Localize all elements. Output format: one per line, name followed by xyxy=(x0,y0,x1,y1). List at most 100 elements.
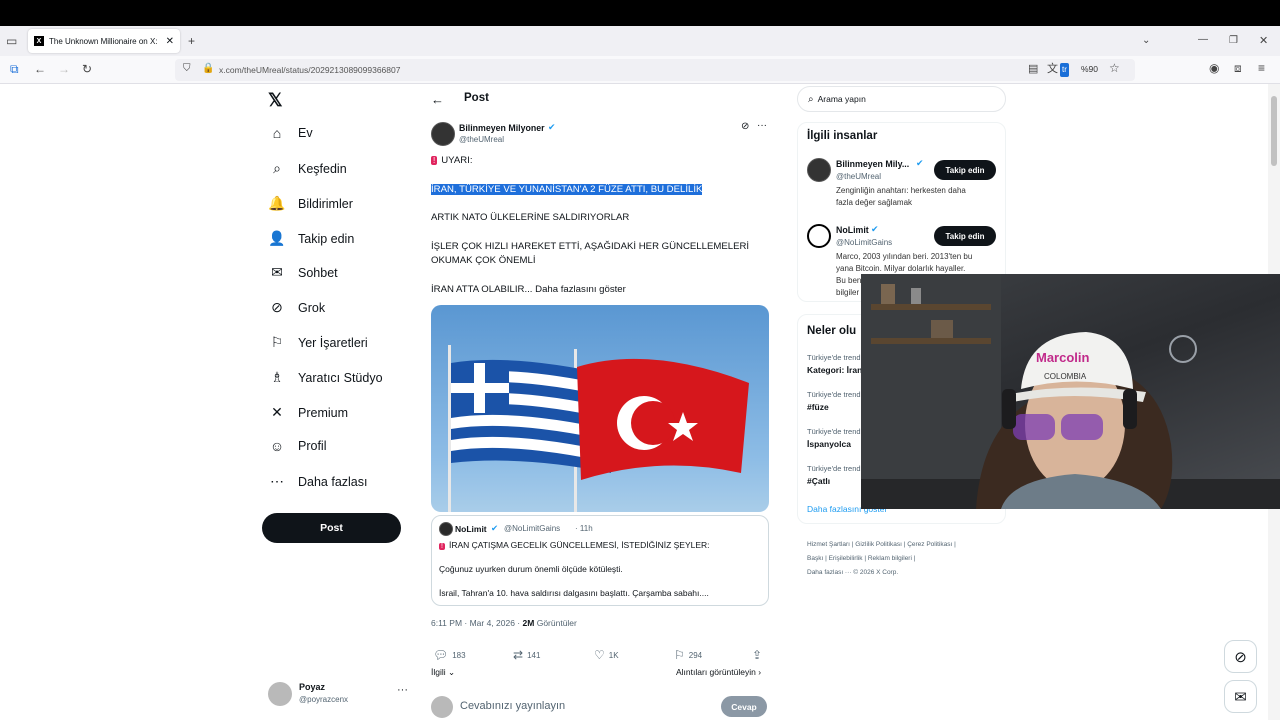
footer-terms[interactable]: Hizmet Şartları xyxy=(807,541,850,548)
sidebar-item-label: Yer İşaretleri xyxy=(298,335,368,350)
window-close-icon[interactable]: ✕ xyxy=(1259,34,1268,48)
show-more-link[interactable]: Daha fazlasını göster xyxy=(535,284,626,295)
menu-icon[interactable]: ≡ xyxy=(1258,61,1265,75)
repost-count: 141 xyxy=(527,650,541,660)
footer-more[interactable]: Daha fazlası ··· xyxy=(807,569,851,576)
post-more-icon[interactable]: ··· xyxy=(757,120,767,131)
person-2-avatar[interactable] xyxy=(807,224,831,248)
sidebar-item-7[interactable]: ♗ Yaratıcı Stüdyo xyxy=(268,369,383,386)
restore-icon[interactable]: ❐ xyxy=(1229,34,1238,48)
person-2-bio-4: bilgiler xyxy=(836,288,860,297)
footer-accessibility[interactable]: Erişilebilirlik xyxy=(829,555,863,562)
address-bar[interactable]: x.com/theUMreal/status/20292130890993668… xyxy=(175,59,1135,81)
lock-icon[interactable]: 🔒 xyxy=(202,62,214,76)
footer-privacy[interactable]: Gizlilik Politikası xyxy=(855,541,902,548)
profile-icon: ☺ xyxy=(269,438,285,454)
reply-input[interactable]: Cevabınızı yayınlayın xyxy=(460,700,565,712)
tab-overview-icon[interactable]: ▭ xyxy=(6,34,17,48)
sidebar-item-0[interactable]: ⌂ Ev xyxy=(268,125,313,141)
browser-tab[interactable]: X The Unknown Millionaire on X: ✕ xyxy=(28,29,180,53)
new-tab-icon[interactable]: + xyxy=(188,34,195,48)
trend-2-title[interactable]: #füze xyxy=(807,402,829,412)
account-icon[interactable]: ◉ xyxy=(1209,61,1219,75)
person-2-name[interactable]: NoLimit xyxy=(836,225,869,235)
footer-cookies[interactable]: Çerez Politikası xyxy=(907,541,952,548)
extensions-icon[interactable]: ⧈ xyxy=(1234,61,1242,75)
sidebar-item-label: Bildirimler xyxy=(298,196,353,211)
tab-list-chevron-icon[interactable]: ⌄ xyxy=(1142,34,1150,48)
window-top-bar xyxy=(0,0,1280,26)
translation-active-icon[interactable]: tr xyxy=(1060,63,1069,77)
sidebar-item-9[interactable]: ☺ Profil xyxy=(268,438,327,454)
like-action[interactable]: ♡ 1K xyxy=(594,648,619,662)
more-circle-icon: ⋯ xyxy=(270,473,284,489)
reply-avatar xyxy=(431,696,453,718)
person-2-bio-1: Marco, 2003 yılından beri. 2013'ten bu xyxy=(836,252,973,261)
scrollbar-thumb[interactable] xyxy=(1271,96,1277,166)
reader-view-icon[interactable]: ▤ xyxy=(1028,62,1038,76)
follow-button-2[interactable]: Takip edin xyxy=(934,226,996,246)
like-count: 1K xyxy=(608,650,619,660)
repost-action[interactable]: ⇄ 141 xyxy=(513,648,540,662)
trend-3-category: Türkiye'de trend xyxy=(807,427,861,436)
grok-analyze-icon[interactable]: ⊘ xyxy=(741,121,749,132)
author-avatar[interactable] xyxy=(431,122,455,146)
post-button[interactable]: Post xyxy=(262,513,401,543)
x-logo-icon[interactable]: 𝕏 xyxy=(268,90,283,111)
bookmark-action[interactable]: ⚐ 294 xyxy=(674,648,702,662)
author-name[interactable]: Bilinmeyen Milyoner xyxy=(459,123,545,133)
search-icon: ⌕ xyxy=(808,93,814,105)
close-tab-icon[interactable]: ✕ xyxy=(166,36,174,47)
sidebar-toggle-icon[interactable]: ⧉ xyxy=(10,62,19,76)
messages-float-button[interactable]: ✉ xyxy=(1224,680,1257,713)
bookmark-star-icon[interactable]: ☆ xyxy=(1109,61,1120,75)
account-more-icon[interactable]: ··· xyxy=(397,684,408,696)
back-arrow-icon[interactable]: ← xyxy=(431,92,444,107)
trend-2-category: Türkiye'de trend xyxy=(807,390,861,399)
add-person-icon: 👤 xyxy=(268,230,286,246)
view-quotes-link[interactable]: Alıntıları görüntüleyin › xyxy=(676,667,761,677)
repost-icon: ⇄ xyxy=(513,648,524,662)
post-image[interactable] xyxy=(431,305,769,512)
sidebar-item-6[interactable]: ⚐ Yer İşaretleri xyxy=(268,334,368,351)
footer-imprint[interactable]: Başkı xyxy=(807,555,823,562)
site-info-icon[interactable]: ⛉ xyxy=(183,62,191,76)
sidebar-item-3[interactable]: 👤 Takip edin xyxy=(268,230,354,247)
sidebar-item-2[interactable]: 🔔 Bildirimler xyxy=(268,195,353,212)
relevant-dropdown[interactable]: İlgili ⌄ xyxy=(431,667,455,678)
search-box[interactable]: ⌕ Arama yapın xyxy=(797,86,1006,112)
minimize-icon[interactable]: — xyxy=(1198,33,1208,47)
flags-illustration xyxy=(448,345,749,512)
account-name[interactable]: Poyaz xyxy=(299,682,325,692)
share-action[interactable]: ⇪ xyxy=(752,648,762,662)
person-2-bio-3: Bu ben xyxy=(836,276,862,285)
trend-1-title[interactable]: Kategori: İran xyxy=(807,365,862,375)
quote-handle: @NoLimitGains xyxy=(504,524,561,533)
chevron-down-icon: ⌄ xyxy=(445,667,456,677)
reply-button[interactable]: Cevap xyxy=(721,696,767,717)
footer-ads-info[interactable]: Reklam bilgileri xyxy=(868,555,912,562)
x-premium-icon: ✕ xyxy=(271,404,283,420)
reply-action[interactable]: 💬︎ 183 xyxy=(433,648,466,662)
grok-float-button[interactable]: ⊘ xyxy=(1224,640,1257,673)
person-1-name[interactable]: Bilinmeyen Mily... xyxy=(836,159,909,169)
translate-icon[interactable]: 文 xyxy=(1047,62,1058,76)
sidebar-item-4[interactable]: ✉ Sohbet xyxy=(268,264,338,281)
reload-icon[interactable]: ↻ xyxy=(82,62,92,76)
sidebar-item-10[interactable]: ⋯ Daha fazlası xyxy=(268,473,367,490)
zoom-level[interactable]: %90 xyxy=(1081,64,1098,74)
sidebar-item-8[interactable]: ✕ Premium xyxy=(268,404,348,421)
forward-icon[interactable]: → xyxy=(58,62,70,76)
person-1-handle: @theUMreal xyxy=(836,172,882,181)
trend-3-title[interactable]: İspanyolca xyxy=(807,439,851,449)
trend-4-title[interactable]: #Çatlı xyxy=(807,476,830,486)
trend-4-category: Türkiye'de trend xyxy=(807,464,861,473)
turkish-flag xyxy=(577,358,749,480)
grok-icon: ⊘ xyxy=(271,299,283,315)
person-1-avatar[interactable] xyxy=(807,158,831,182)
sidebar-item-5[interactable]: ⊘ Grok xyxy=(268,299,325,316)
account-avatar[interactable] xyxy=(268,682,292,706)
follow-button-1[interactable]: Takip edin xyxy=(934,160,996,180)
sidebar-item-1[interactable]: ⌕ Keşfedin xyxy=(268,160,347,177)
back-icon[interactable]: ← xyxy=(34,62,46,76)
